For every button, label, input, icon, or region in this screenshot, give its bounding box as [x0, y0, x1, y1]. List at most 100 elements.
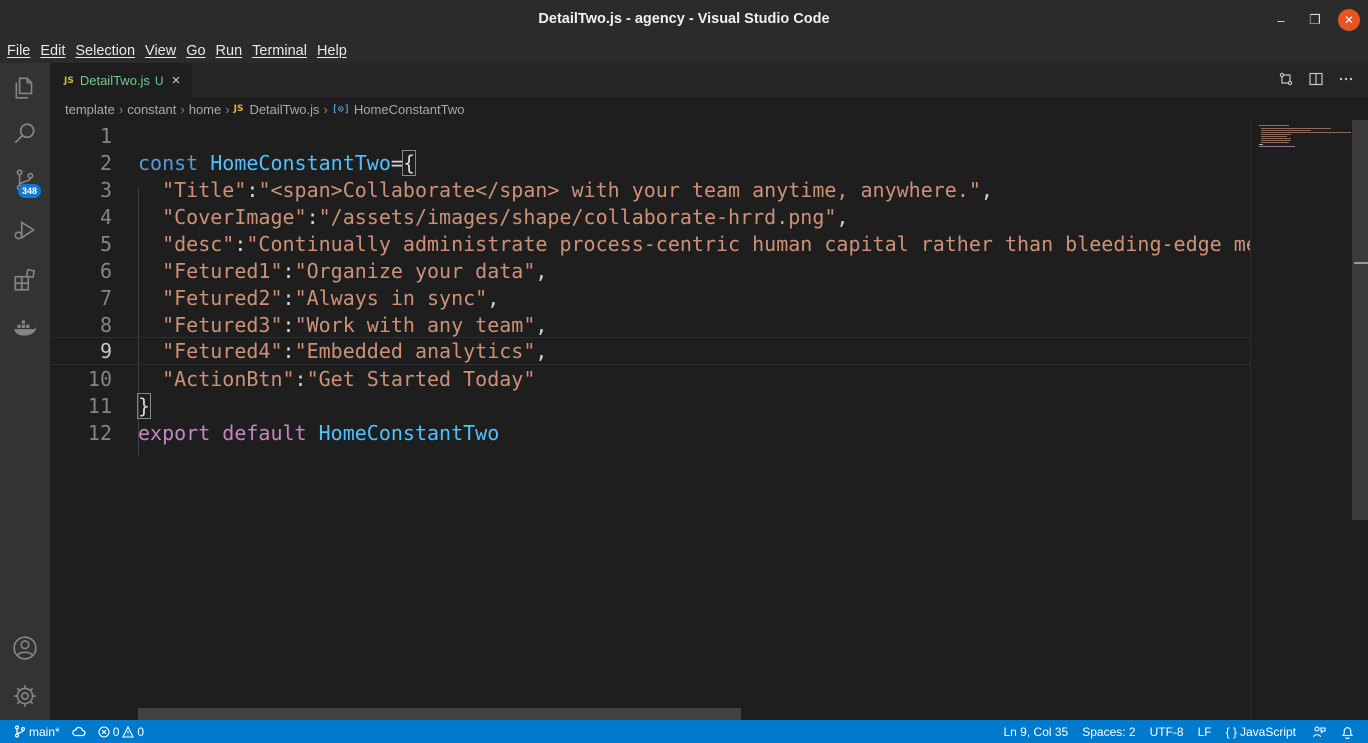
end-of-line[interactable]: LF [1191, 725, 1219, 739]
comma: , [980, 177, 993, 202]
search-icon[interactable] [0, 111, 50, 157]
run-debug-icon[interactable] [0, 207, 50, 253]
code-line: 1 [50, 122, 1250, 149]
comma: , [535, 258, 548, 283]
string-key: "Fetured4" [162, 339, 283, 363]
chevron-right-icon: › [323, 101, 328, 117]
code-line: 2 const HomeConstantTwo={ [50, 149, 1250, 176]
menu-terminal[interactable]: Terminal [247, 43, 312, 59]
breadcrumb-symbol[interactable]: HomeConstantTwo [354, 102, 465, 117]
split-editor-icon[interactable] [1308, 71, 1324, 87]
error-icon [98, 725, 110, 738]
code-line: 10 "ActionBtn":"Get Started Today" [50, 365, 1250, 392]
line-number: 3 [99, 177, 112, 202]
cursor-position[interactable]: Ln 9, Col 35 [997, 725, 1076, 739]
scroll-position-marker [1354, 262, 1368, 264]
colon: : [246, 177, 259, 202]
code-editor[interactable]: 1 2 const HomeConstantTwo={ 3 "Title":"<… [50, 120, 1250, 720]
menu-help[interactable]: Help [312, 43, 352, 59]
line-number: 6 [99, 258, 112, 283]
string-key: "Fetured1" [162, 258, 283, 283]
code-line: 11 } [50, 392, 1250, 419]
brace: } [136, 392, 152, 419]
breadcrumb-template[interactable]: template [65, 102, 115, 117]
docker-icon[interactable] [0, 305, 50, 351]
menu-view[interactable]: View [140, 43, 181, 59]
string-key: "Title" [162, 177, 247, 202]
encoding[interactable]: UTF-8 [1143, 725, 1191, 739]
menu-file[interactable]: File [2, 43, 35, 59]
tab-label: DetailTwo.js [79, 73, 150, 88]
line-number: 12 [87, 420, 112, 445]
menu-edit[interactable]: Edit [35, 43, 70, 59]
feedback-button[interactable] [1303, 725, 1335, 739]
code-line: 6 "Fetured1":"Organize your data", [50, 257, 1250, 284]
language-mode[interactable]: { } JavaScript [1219, 725, 1303, 739]
line-number: 1 [99, 123, 112, 148]
open-changes-icon[interactable] [1278, 71, 1294, 87]
horizontal-scrollbar[interactable] [138, 708, 741, 720]
code-line: 5 "desc":"Continually administrate proce… [50, 230, 1250, 257]
breadcrumb-constant[interactable]: constant [127, 102, 176, 117]
error-count: 0 [112, 724, 120, 739]
line-number: 8 [99, 312, 112, 337]
menu-run[interactable]: Run [211, 43, 248, 59]
comma: , [535, 312, 548, 337]
keyword: export [138, 420, 211, 445]
problems-indicator[interactable]: 0 0 [92, 725, 150, 739]
branch-indicator[interactable]: main* [0, 725, 66, 739]
code-line: 8 "Fetured3":"Work with any team", [50, 311, 1250, 338]
code-line-current: 9 "Fetured4":"Embedded analytics", [50, 337, 1250, 365]
breadcrumb: template › constant › home › JS DetailTw… [50, 98, 1368, 120]
maximize-button[interactable]: ❐ [1304, 9, 1326, 31]
notifications-button[interactable] [1335, 725, 1360, 739]
string-key: "CoverImage" [162, 204, 307, 229]
menu-selection[interactable]: Selection [70, 43, 140, 59]
settings-gear-icon[interactable] [0, 673, 50, 719]
code-line: 4 "CoverImage":"/assets/images/shape/col… [50, 203, 1250, 230]
more-actions-icon[interactable] [1338, 71, 1354, 87]
string-value: "/assets/images/shape/collaborate-hrrd.p… [318, 204, 837, 229]
menu-bar: File Edit Selection View Go Run Terminal… [0, 39, 1368, 63]
brace: { [401, 149, 416, 176]
string-key: "desc" [162, 231, 235, 256]
colon: : [282, 285, 295, 310]
line-number: 5 [99, 231, 112, 256]
extensions-icon[interactable] [0, 257, 50, 303]
title-bar: DetailTwo.js - agency - Visual Studio Co… [0, 0, 1368, 39]
indentation[interactable]: Spaces: 2 [1075, 725, 1142, 739]
colon: : [294, 366, 307, 391]
identifier: HomeConstantTwo [210, 150, 391, 175]
string-value: "Work with any team" [294, 312, 536, 337]
code-line: 7 "Fetured2":"Always in sync", [50, 284, 1250, 311]
operator: = [390, 150, 403, 175]
comma: , [836, 204, 849, 229]
close-window-button[interactable]: ✕ [1338, 9, 1360, 31]
menu-go[interactable]: Go [181, 43, 210, 59]
keyword: default [222, 420, 307, 445]
vertical-scrollbar[interactable] [1352, 120, 1368, 520]
string-value: "Embedded analytics" [294, 339, 536, 363]
explorer-icon[interactable] [0, 65, 50, 111]
scm-badge: 348 [18, 184, 42, 198]
tab-detailtwo-js[interactable]: JS DetailTwo.js U × [50, 63, 192, 98]
sync-button[interactable] [66, 726, 92, 738]
tab-untracked-indicator: U [154, 73, 164, 88]
chevron-right-icon: › [180, 101, 185, 117]
chevron-right-icon: › [225, 101, 230, 117]
breadcrumb-home[interactable]: home [189, 102, 222, 117]
string-key: "Fetured2" [162, 285, 283, 310]
minimize-button[interactable]: – [1270, 9, 1292, 31]
comma: , [535, 339, 548, 363]
account-icon[interactable] [0, 625, 50, 671]
comma: , [487, 285, 500, 310]
js-file-icon: JS [64, 75, 74, 86]
breadcrumb-file[interactable]: DetailTwo.js [249, 102, 319, 117]
line-number: 7 [99, 285, 112, 310]
string-value: "Organize your data" [294, 258, 536, 283]
minimap[interactable] [1250, 120, 1352, 720]
language-label: JavaScript [1239, 724, 1296, 739]
variable-symbol-icon: [⊙] [331, 103, 350, 115]
string-value: "Get Started Today" [306, 366, 536, 391]
tab-close-icon[interactable]: × [172, 72, 181, 89]
